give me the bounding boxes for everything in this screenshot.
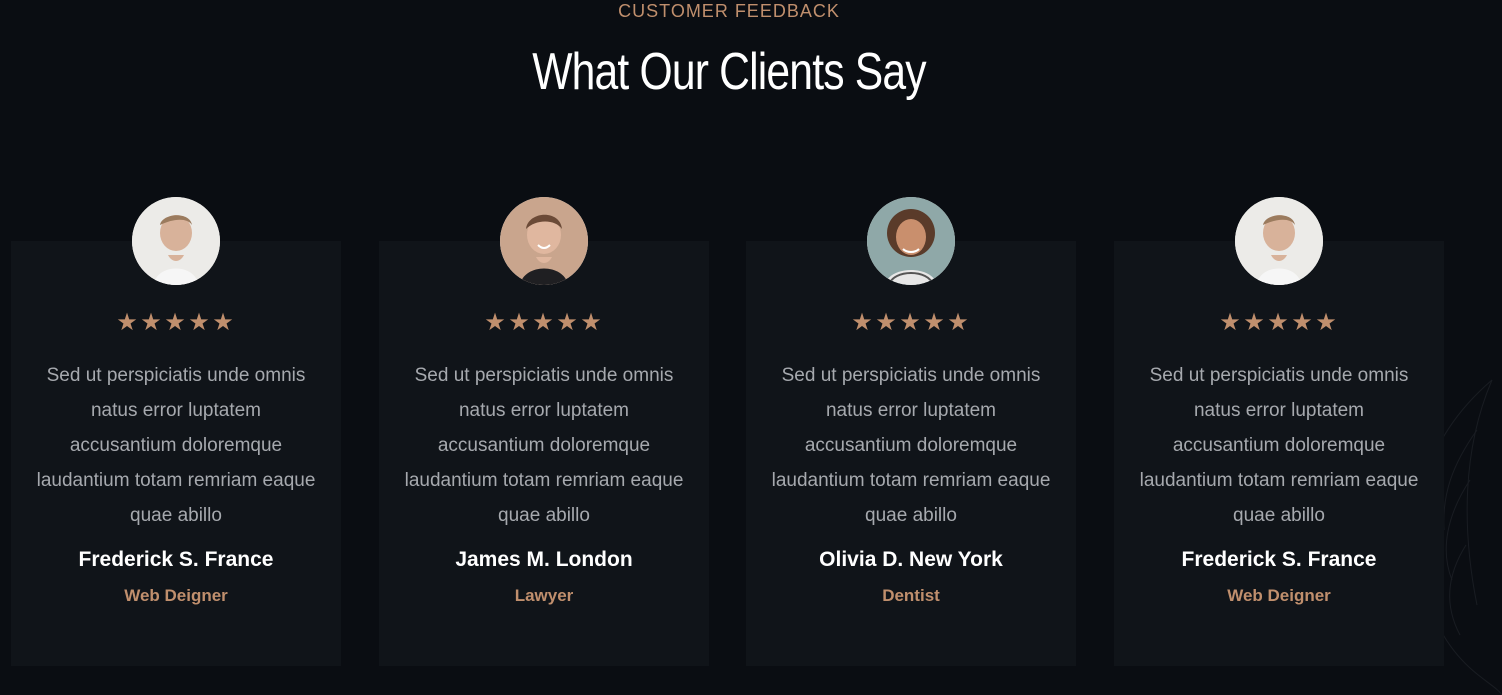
avatar xyxy=(132,197,220,285)
client-role: Web Deigner xyxy=(124,586,228,605)
client-name: James M. London xyxy=(455,548,633,571)
testimonial-quote: Sed ut perspiciatis unde omnis natus err… xyxy=(1139,365,1419,526)
star-icon: ★ xyxy=(212,308,236,336)
rating-stars: ★★★★★ xyxy=(379,308,709,336)
star-icon: ★ xyxy=(1267,308,1291,336)
star-icon: ★ xyxy=(484,308,508,336)
star-icon: ★ xyxy=(1243,308,1267,336)
star-icon: ★ xyxy=(947,308,971,336)
testimonial-cards: ★★★★★ Sed ut perspiciatis unde omnis nat… xyxy=(11,197,1445,666)
avatar xyxy=(867,197,955,285)
testimonial-card: ★★★★★ Sed ut perspiciatis unde omnis nat… xyxy=(379,197,709,666)
avatar-photo xyxy=(867,197,955,285)
section-kicker: CUSTOMER FEEDBACK xyxy=(618,1,840,21)
star-icon: ★ xyxy=(851,308,875,336)
star-icon: ★ xyxy=(508,308,532,336)
star-icon: ★ xyxy=(1219,308,1243,336)
testimonial-card: ★★★★★ Sed ut perspiciatis unde omnis nat… xyxy=(746,197,1076,666)
star-icon: ★ xyxy=(188,308,212,336)
rating-stars: ★★★★★ xyxy=(746,308,1076,336)
star-icon: ★ xyxy=(140,308,164,336)
testimonial-quote: Sed ut perspiciatis unde omnis natus err… xyxy=(404,365,684,526)
rating-stars: ★★★★★ xyxy=(1114,308,1444,336)
star-icon: ★ xyxy=(580,308,604,336)
testimonial-card: ★★★★★ Sed ut perspiciatis unde omnis nat… xyxy=(1114,197,1444,666)
star-icon: ★ xyxy=(116,308,140,336)
avatar-photo xyxy=(1235,197,1323,285)
star-icon: ★ xyxy=(532,308,556,336)
avatar-photo xyxy=(500,197,588,285)
star-icon: ★ xyxy=(1315,308,1339,336)
testimonial-card: ★★★★★ Sed ut perspiciatis unde omnis nat… xyxy=(11,197,341,666)
star-icon: ★ xyxy=(1291,308,1315,336)
star-icon: ★ xyxy=(899,308,923,336)
client-role: Web Deigner xyxy=(1227,586,1331,605)
avatar xyxy=(500,197,588,285)
client-role: Lawyer xyxy=(514,586,574,605)
client-name: Olivia D. New York xyxy=(819,548,1003,571)
avatar xyxy=(1235,197,1323,285)
rating-stars: ★★★★★ xyxy=(11,308,341,336)
testimonial-quote: Sed ut perspiciatis unde omnis natus err… xyxy=(36,365,316,526)
testimonial-quote: Sed ut perspiciatis unde omnis natus err… xyxy=(771,365,1051,526)
client-name: Frederick S. France xyxy=(1181,548,1377,571)
star-icon: ★ xyxy=(556,308,580,336)
client-name: Frederick S. France xyxy=(78,548,274,571)
client-role: Dentist xyxy=(882,586,940,605)
star-icon: ★ xyxy=(164,308,188,336)
avatar-photo xyxy=(132,197,220,285)
section-title: What Our Clients Say xyxy=(532,43,926,101)
star-icon: ★ xyxy=(923,308,947,336)
star-icon: ★ xyxy=(875,308,899,336)
